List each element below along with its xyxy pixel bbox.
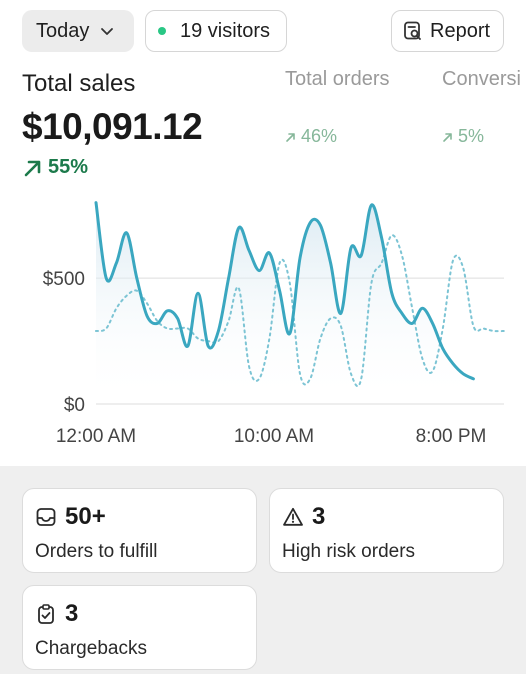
card-label: High risk orders	[282, 541, 416, 562]
conversion-label[interactable]: Conversi	[442, 68, 521, 91]
card-header: 3	[35, 600, 78, 628]
x-tick-label: 12:00 AM	[56, 426, 136, 447]
chevron-down-icon	[101, 28, 114, 35]
card-count: 3	[312, 503, 326, 530]
arrow-up-right-icon	[443, 132, 452, 142]
sales-line-chart: $500 $0 12:00 AM 10:00 AM 8:00 PM	[43, 201, 505, 447]
arrow-up-right-icon	[286, 132, 295, 142]
chargebacks-card[interactable]: 3 Chargebacks	[22, 585, 257, 670]
card-count: 50+	[65, 503, 106, 530]
total-sales-label: Total sales	[22, 70, 136, 97]
date-filter-button[interactable]: Today	[22, 10, 134, 52]
analytics-panel: Today 19 visitors Report Total sales $10…	[0, 0, 526, 466]
date-filter-label: Today	[36, 19, 90, 42]
card-header: 50+	[35, 503, 106, 531]
live-visitors-button[interactable]: 19 visitors	[145, 10, 287, 52]
report-label: Report	[430, 19, 491, 42]
card-count: 3	[65, 600, 79, 627]
clipboard-check-icon	[38, 604, 54, 624]
card-label: Orders to fulfill	[35, 541, 158, 562]
series-area	[96, 202, 474, 404]
action-cards-area: 50+ Orders to fulfill 3 High risk orders…	[0, 466, 526, 674]
orders-to-fulfill-card[interactable]: 50+ Orders to fulfill	[22, 488, 257, 573]
total-orders-label[interactable]: Total orders	[285, 68, 390, 91]
high-risk-orders-card[interactable]: 3 High risk orders	[269, 488, 504, 573]
y-tick-label: $500	[43, 269, 85, 290]
warning-icon	[283, 507, 303, 526]
total-sales-trend: 55%	[22, 156, 88, 179]
visitors-count: 19 visitors	[180, 19, 271, 42]
total-orders-trend-value: 46%	[301, 126, 338, 146]
total-sales-trend-value: 55%	[48, 156, 89, 178]
card-header: 3	[282, 503, 325, 531]
arrow-up-right-icon	[24, 160, 41, 176]
total-orders-trend: 46%	[285, 126, 337, 147]
report-search-icon	[404, 21, 421, 40]
live-status-dot-icon	[158, 27, 166, 35]
total-sales-value: $10,091.12	[22, 106, 203, 147]
x-tick-label: 10:00 AM	[234, 426, 314, 447]
inbox-icon	[36, 508, 56, 526]
conversion-trend-value: 5%	[458, 126, 485, 146]
conversion-trend: 5%	[442, 126, 484, 147]
y-tick-label: $0	[64, 395, 85, 416]
report-button[interactable]: Report	[391, 10, 504, 52]
card-label: Chargebacks	[35, 638, 147, 659]
x-tick-label: 8:00 PM	[416, 426, 487, 447]
